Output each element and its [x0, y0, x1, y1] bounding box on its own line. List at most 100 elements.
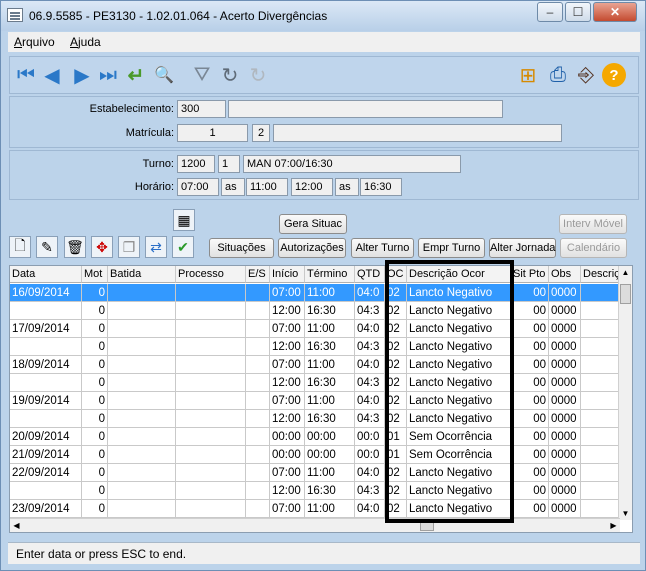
cell-data[interactable]: 20/09/2014	[10, 428, 82, 446]
cell-mot[interactable]: 0	[82, 482, 108, 500]
cell-data[interactable]: 22/09/2014	[10, 464, 82, 482]
cell-batida[interactable]	[108, 374, 176, 392]
cell-inicio[interactable]: 12:00	[270, 410, 305, 428]
cell-descricao[interactable]	[581, 302, 621, 320]
cell-batida[interactable]	[108, 446, 176, 464]
cell-qtd[interactable]: 04:3	[355, 374, 385, 392]
cell-descricao-ocor[interactable]: Lancto Negativo	[407, 338, 511, 356]
cell-mot[interactable]: 0	[82, 284, 108, 302]
cell-oc[interactable]: 01	[385, 428, 407, 446]
cell-oc[interactable]: 02	[385, 284, 407, 302]
matricula-field[interactable]: 1	[177, 124, 248, 142]
cell-oc[interactable]: 02	[385, 464, 407, 482]
horario-end-1[interactable]: 11:00	[246, 178, 288, 196]
cell-inicio[interactable]: 00:00	[270, 428, 305, 446]
column-header-inicio[interactable]: Início	[270, 266, 305, 283]
cell-sit-pto[interactable]: 00	[511, 356, 549, 374]
cell-descricao-ocor[interactable]: Lancto Negativo	[407, 392, 511, 410]
scroll-down-icon[interactable]: ▼	[619, 507, 632, 520]
cell-inicio[interactable]: 07:00	[270, 284, 305, 302]
autorizacoes-button[interactable]: Autorizações	[278, 238, 346, 258]
edit-record-icon[interactable]: ✎	[36, 236, 58, 258]
minimize-button[interactable]: ‒	[537, 2, 563, 22]
cell-inicio[interactable]: 12:00	[270, 482, 305, 500]
cell-qtd[interactable]: 04:0	[355, 356, 385, 374]
cell-processo[interactable]	[176, 302, 246, 320]
empr-turno-button[interactable]: Empr Turno	[418, 238, 485, 258]
cell-termino[interactable]: 16:30	[305, 482, 355, 500]
cell-batida[interactable]	[108, 320, 176, 338]
cell-qtd[interactable]: 04:3	[355, 410, 385, 428]
cell-qtd[interactable]: 04:0	[355, 464, 385, 482]
table-row[interactable]: 20/09/2014 0 00:00 00:00 00:0 01 Sem Ocorrênci…	[10, 428, 621, 446]
cell-descricao[interactable]	[581, 410, 621, 428]
cell-processo[interactable]	[176, 392, 246, 410]
table-row[interactable]: 0 12:00 16:30 04:3 02 Lancto Negativo 00 0000	[10, 410, 621, 428]
cell-descricao-ocor[interactable]: Sem Ocorrência	[407, 428, 511, 446]
cell-es[interactable]	[246, 356, 270, 374]
table-row[interactable]: 23/09/2014 0 07:00 11:00 04:0 02 Lancto Negati…	[10, 500, 621, 518]
cell-descricao[interactable]	[581, 284, 621, 302]
cell-es[interactable]	[246, 428, 270, 446]
cell-termino[interactable]: 16:30	[305, 410, 355, 428]
column-header-mot[interactable]: Mot	[82, 266, 108, 283]
table-row[interactable]: 0 12:00 16:30 04:3 02 Lancto Negativo 00 0000	[10, 374, 621, 392]
cell-mot[interactable]: 0	[82, 428, 108, 446]
cell-batida[interactable]	[108, 338, 176, 356]
copy-icon[interactable]: ❐	[118, 236, 140, 258]
cell-inicio[interactable]: 12:00	[270, 374, 305, 392]
cell-mot[interactable]: 0	[82, 500, 108, 518]
cell-inicio[interactable]: 07:00	[270, 392, 305, 410]
new-record-icon[interactable]: 🗋	[9, 236, 31, 258]
cell-oc[interactable]: 02	[385, 374, 407, 392]
cell-descricao[interactable]	[581, 500, 621, 518]
cell-obs[interactable]: 0000	[549, 464, 581, 482]
cell-termino[interactable]: 11:00	[305, 284, 355, 302]
help-icon[interactable]: ?	[602, 63, 626, 87]
cell-descricao-ocor[interactable]: Lancto Negativo	[407, 500, 511, 518]
delete-record-icon[interactable]: 🗑	[64, 236, 86, 258]
cell-es[interactable]	[246, 500, 270, 518]
cell-mot[interactable]: 0	[82, 410, 108, 428]
confirm-icon[interactable]: ✔	[172, 236, 194, 258]
cell-inicio[interactable]: 12:00	[270, 338, 305, 356]
cell-mot[interactable]: 0	[82, 446, 108, 464]
cell-termino[interactable]: 00:00	[305, 428, 355, 446]
cell-es[interactable]	[246, 302, 270, 320]
gera-situac-button[interactable]: Gera Situac	[279, 214, 347, 234]
cell-es[interactable]	[246, 284, 270, 302]
horizontal-scrollbar[interactable]: ◀ ▶	[10, 518, 620, 532]
table-row[interactable]: 21/09/2014 0 00:00 00:00 00:0 01 Sem Ocorrênci…	[10, 446, 621, 464]
cell-descricao[interactable]	[581, 374, 621, 392]
cell-es[interactable]	[246, 374, 270, 392]
cell-sit-pto[interactable]: 00	[511, 464, 549, 482]
first-icon[interactable]: ⏮	[14, 63, 38, 87]
interv-movel-button[interactable]: Interv Móvel	[559, 214, 627, 234]
cell-sit-pto[interactable]: 00	[511, 284, 549, 302]
matricula-name-field[interactable]	[273, 124, 562, 142]
cell-oc[interactable]: 01	[385, 446, 407, 464]
cell-batida[interactable]	[108, 410, 176, 428]
cell-obs[interactable]: 0000	[549, 446, 581, 464]
column-header-obs[interactable]: Obs	[549, 266, 581, 283]
cell-es[interactable]	[246, 482, 270, 500]
cell-obs[interactable]: 0000	[549, 482, 581, 500]
cell-qtd[interactable]: 00:0	[355, 446, 385, 464]
cell-descricao[interactable]	[581, 446, 621, 464]
next-icon[interactable]: ▶	[70, 63, 94, 87]
horario-start-2[interactable]: 12:00	[291, 178, 333, 196]
cell-termino[interactable]: 00:00	[305, 446, 355, 464]
cell-inicio[interactable]: 00:00	[270, 446, 305, 464]
cell-es[interactable]	[246, 392, 270, 410]
last-icon[interactable]: ⏭	[96, 63, 120, 87]
cell-data[interactable]: 17/09/2014	[10, 320, 82, 338]
cell-data[interactable]: 23/09/2014	[10, 500, 82, 518]
column-header-data[interactable]: Data	[10, 266, 82, 283]
column-header-termino[interactable]: Término	[305, 266, 355, 283]
previous-icon[interactable]: ◀	[40, 63, 64, 87]
cell-sit-pto[interactable]: 00	[511, 320, 549, 338]
cell-obs[interactable]: 0000	[549, 320, 581, 338]
cell-oc[interactable]: 02	[385, 320, 407, 338]
cell-processo[interactable]	[176, 320, 246, 338]
cell-inicio[interactable]: 12:00	[270, 302, 305, 320]
